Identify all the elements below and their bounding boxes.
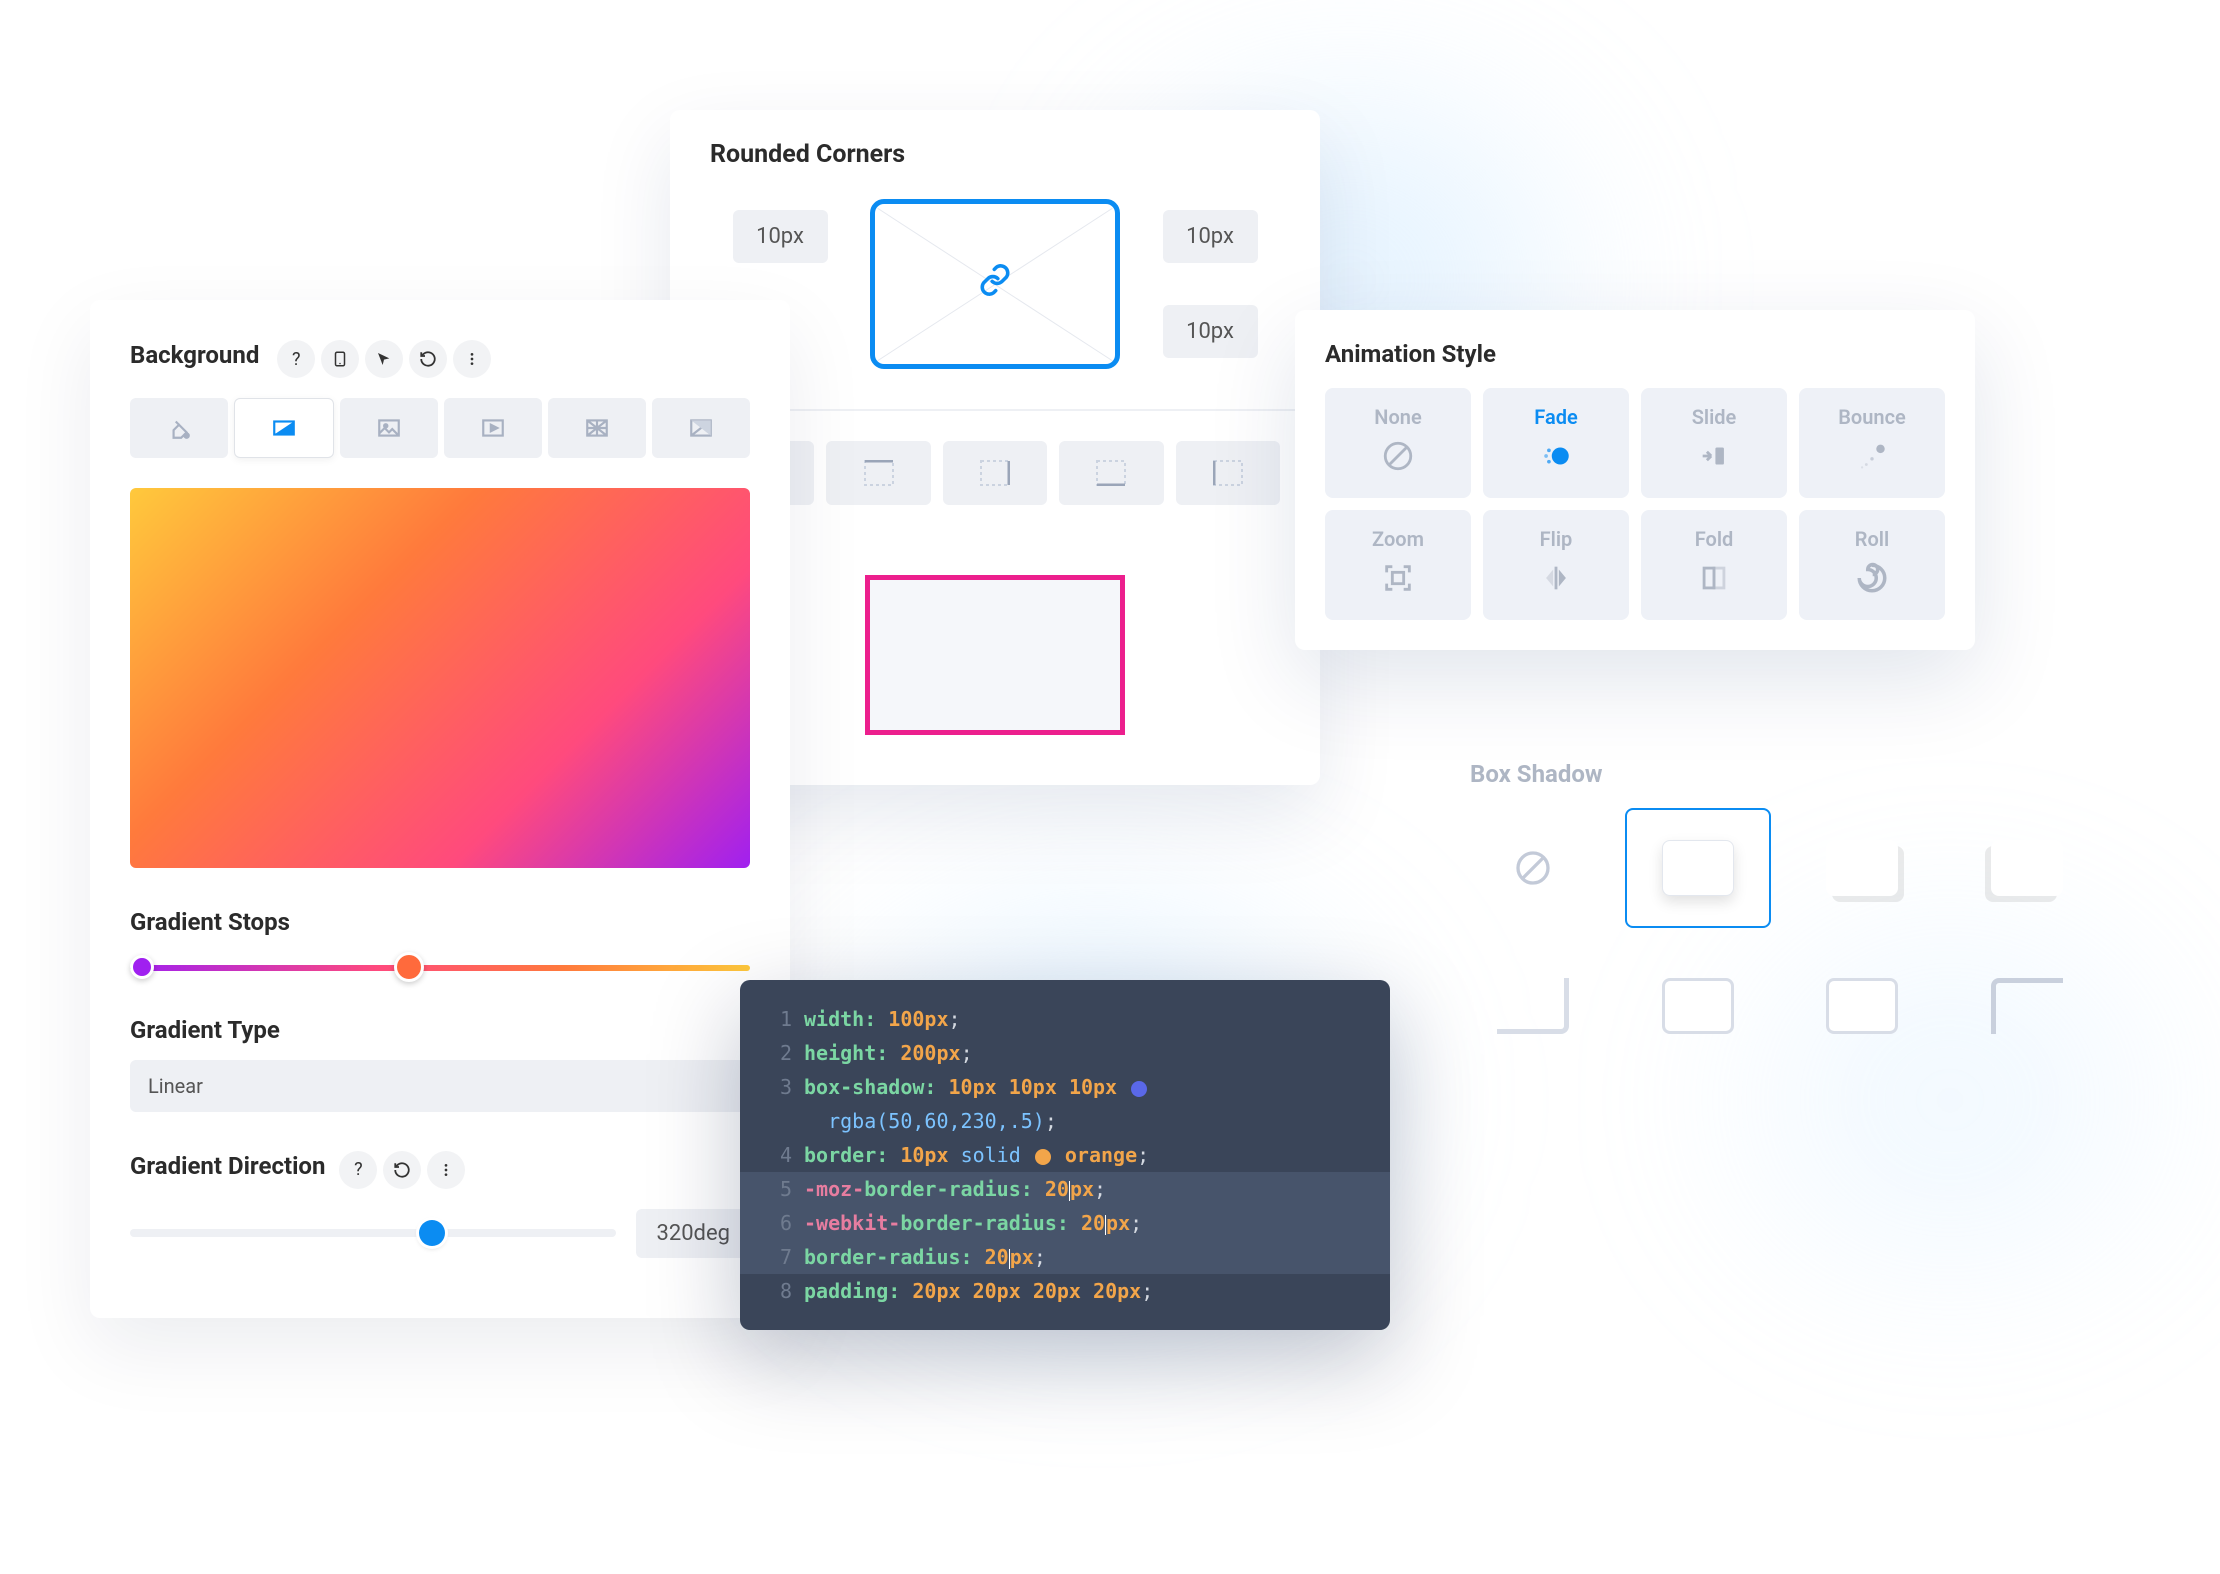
border-side-right[interactable] xyxy=(943,441,1047,505)
animation-option-label: Flip xyxy=(1540,527,1573,551)
rounded-corners-title: Rounded Corners xyxy=(670,110,1320,169)
help-icon[interactable]: ? xyxy=(339,1151,377,1189)
help-icon[interactable]: ? xyxy=(277,340,315,378)
gradient-stops-slider[interactable] xyxy=(130,958,750,976)
border-preview-box xyxy=(865,575,1125,735)
fade-icon xyxy=(1539,439,1573,481)
stop-handle-1[interactable] xyxy=(130,955,154,979)
box-shadow-title: Box Shadow xyxy=(1460,760,2100,788)
box-shadow-panel: Box Shadow xyxy=(1460,760,2100,1066)
bg-tab-pattern[interactable] xyxy=(548,398,646,458)
animation-option-label: Zoom xyxy=(1372,527,1424,551)
gradient-stops-label: Gradient Stops xyxy=(130,908,750,936)
shadow-option-1[interactable] xyxy=(1625,808,1772,928)
bg-tab-gradient[interactable] xyxy=(234,398,334,458)
fold-icon xyxy=(1697,561,1731,603)
background-title: Background xyxy=(130,341,259,369)
more-icon[interactable] xyxy=(427,1151,465,1189)
gradient-type-select[interactable]: Linear xyxy=(130,1060,750,1112)
roll-icon xyxy=(1855,561,1889,603)
animation-option-slide[interactable]: Slide xyxy=(1641,388,1787,498)
corner-bottom-right-input[interactable]: 10px xyxy=(1163,305,1258,358)
hover-icon[interactable] xyxy=(365,340,403,378)
border-side-top[interactable] xyxy=(826,441,930,505)
shadow-option-5[interactable] xyxy=(1625,946,1772,1066)
bg-tab-mask[interactable] xyxy=(652,398,750,458)
border-side-left[interactable] xyxy=(1176,441,1280,505)
animation-option-label: Slide xyxy=(1692,405,1737,429)
corner-top-left-input[interactable]: 10px xyxy=(733,210,828,263)
direction-slider[interactable] xyxy=(130,1229,616,1237)
border-side-bottom[interactable] xyxy=(1059,441,1163,505)
bg-tab-fill[interactable] xyxy=(130,398,228,458)
animation-option-label: None xyxy=(1374,405,1421,429)
shadow-option-6[interactable] xyxy=(1789,946,1936,1066)
animation-panel: Animation Style None Fade Slide Bounce Zoom F… xyxy=(1295,310,1975,650)
animation-option-label: Bounce xyxy=(1838,405,1906,429)
animation-option-bounce[interactable]: Bounce xyxy=(1799,388,1945,498)
gradient-preview xyxy=(130,488,750,868)
bg-tab-image[interactable] xyxy=(340,398,438,458)
shadow-option-3[interactable] xyxy=(1954,808,2101,928)
slide-icon xyxy=(1697,439,1731,481)
more-icon[interactable] xyxy=(453,340,491,378)
direction-handle[interactable] xyxy=(419,1220,445,1246)
reset-icon[interactable] xyxy=(409,340,447,378)
animation-title: Animation Style xyxy=(1325,340,1945,368)
animation-option-roll[interactable]: Roll xyxy=(1799,510,1945,620)
animation-option-fold[interactable]: Fold xyxy=(1641,510,1787,620)
animation-option-zoom[interactable]: Zoom xyxy=(1325,510,1471,620)
link-icon xyxy=(978,263,1012,305)
none-icon xyxy=(1381,439,1415,481)
gradient-type-label: Gradient Type xyxy=(130,1016,750,1044)
zoom-icon xyxy=(1381,561,1415,603)
animation-option-label: Fade xyxy=(1534,405,1577,429)
shadow-option-none[interactable] xyxy=(1460,808,1607,928)
bounce-icon xyxy=(1855,439,1889,481)
shadow-option-7[interactable] xyxy=(1954,946,2101,1066)
responsive-icon[interactable] xyxy=(321,340,359,378)
corner-top-right-input[interactable]: 10px xyxy=(1163,210,1258,263)
gradient-direction-label: Gradient Direction xyxy=(130,1152,325,1180)
animation-option-flip[interactable]: Flip xyxy=(1483,510,1629,620)
direction-value-input[interactable]: 320deg xyxy=(636,1209,750,1258)
animation-option-label: Fold xyxy=(1695,527,1734,551)
corner-link-toggle[interactable] xyxy=(870,199,1120,369)
animation-option-fade[interactable]: Fade xyxy=(1483,388,1629,498)
bg-tab-video[interactable] xyxy=(444,398,542,458)
background-panel: Background ? Gradient Stops Gradient Typ… xyxy=(90,300,790,1318)
animation-option-label: Roll xyxy=(1855,527,1889,551)
background-tabs xyxy=(130,398,750,458)
shadow-option-4[interactable] xyxy=(1460,946,1607,1066)
code-editor[interactable]: 1width: 100px;2height: 200px;3box-shadow… xyxy=(740,980,1390,1330)
flip-icon xyxy=(1539,561,1573,603)
stop-handle-2[interactable] xyxy=(394,952,424,982)
reset-icon[interactable] xyxy=(383,1151,421,1189)
shadow-option-2[interactable] xyxy=(1789,808,1936,928)
animation-option-none[interactable]: None xyxy=(1325,388,1471,498)
